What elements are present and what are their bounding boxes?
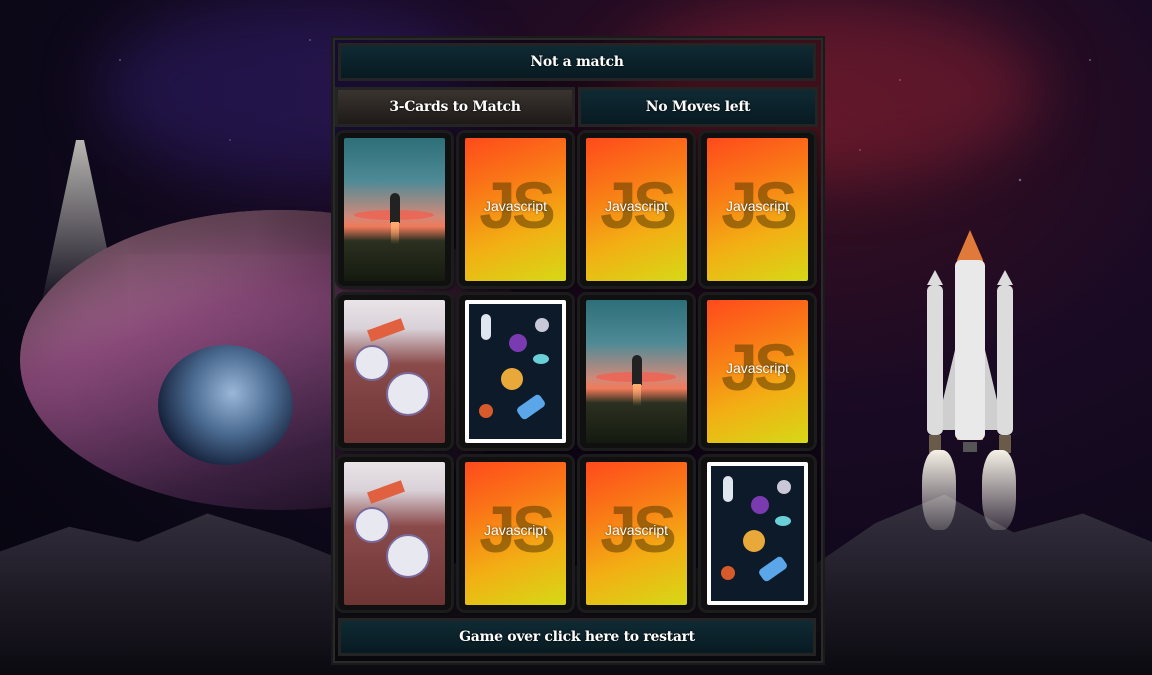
card-back-label: Javascript [725, 198, 790, 214]
card-4[interactable]: JS Javascript [701, 133, 814, 286]
card-back: JS Javascript [707, 138, 808, 281]
exhaust-plume-left [922, 450, 956, 530]
card-back: JS Javascript [465, 138, 566, 281]
card-6[interactable] [459, 295, 572, 448]
game-board: Not a match 3-Cards to Match No Moves le… [333, 38, 823, 663]
space-icons-image [465, 300, 566, 443]
earth-planet [158, 345, 293, 465]
rocket-launch-image [586, 300, 687, 443]
card-11[interactable]: JS Javascript [580, 457, 693, 610]
card-2[interactable]: JS Javascript [459, 133, 572, 286]
card-back-label: Javascript [483, 522, 548, 538]
card-12[interactable] [701, 457, 814, 610]
exhaust-plume-right [982, 450, 1016, 530]
card-9[interactable] [338, 457, 451, 610]
space-icons-image [707, 462, 808, 605]
card-1[interactable] [338, 133, 451, 286]
astronauts-image [344, 462, 445, 605]
moves-counter: No Moves left [578, 87, 818, 127]
card-10[interactable]: JS Javascript [459, 457, 572, 610]
card-back: JS Javascript [586, 462, 687, 605]
card-back: JS Javascript [707, 300, 808, 443]
card-5[interactable] [338, 295, 451, 448]
card-back-label: Javascript [483, 198, 548, 214]
match-mode-button[interactable]: 3-Cards to Match [335, 87, 575, 127]
card-7[interactable] [580, 295, 693, 448]
card-grid: JS Javascript JS Javascript JS Javascript [338, 133, 816, 613]
rocket-launch-image [344, 138, 445, 281]
card-back-label: Javascript [725, 360, 790, 376]
card-3[interactable]: JS Javascript [580, 133, 693, 286]
status-message: Not a match [338, 43, 816, 81]
card-back-label: Javascript [604, 522, 669, 538]
card-back-label: Javascript [604, 198, 669, 214]
card-back: JS Javascript [465, 462, 566, 605]
restart-button[interactable]: Game over click here to restart [338, 618, 816, 656]
card-8[interactable]: JS Javascript [701, 295, 814, 448]
card-back: JS Javascript [586, 138, 687, 281]
astronauts-image [344, 300, 445, 443]
